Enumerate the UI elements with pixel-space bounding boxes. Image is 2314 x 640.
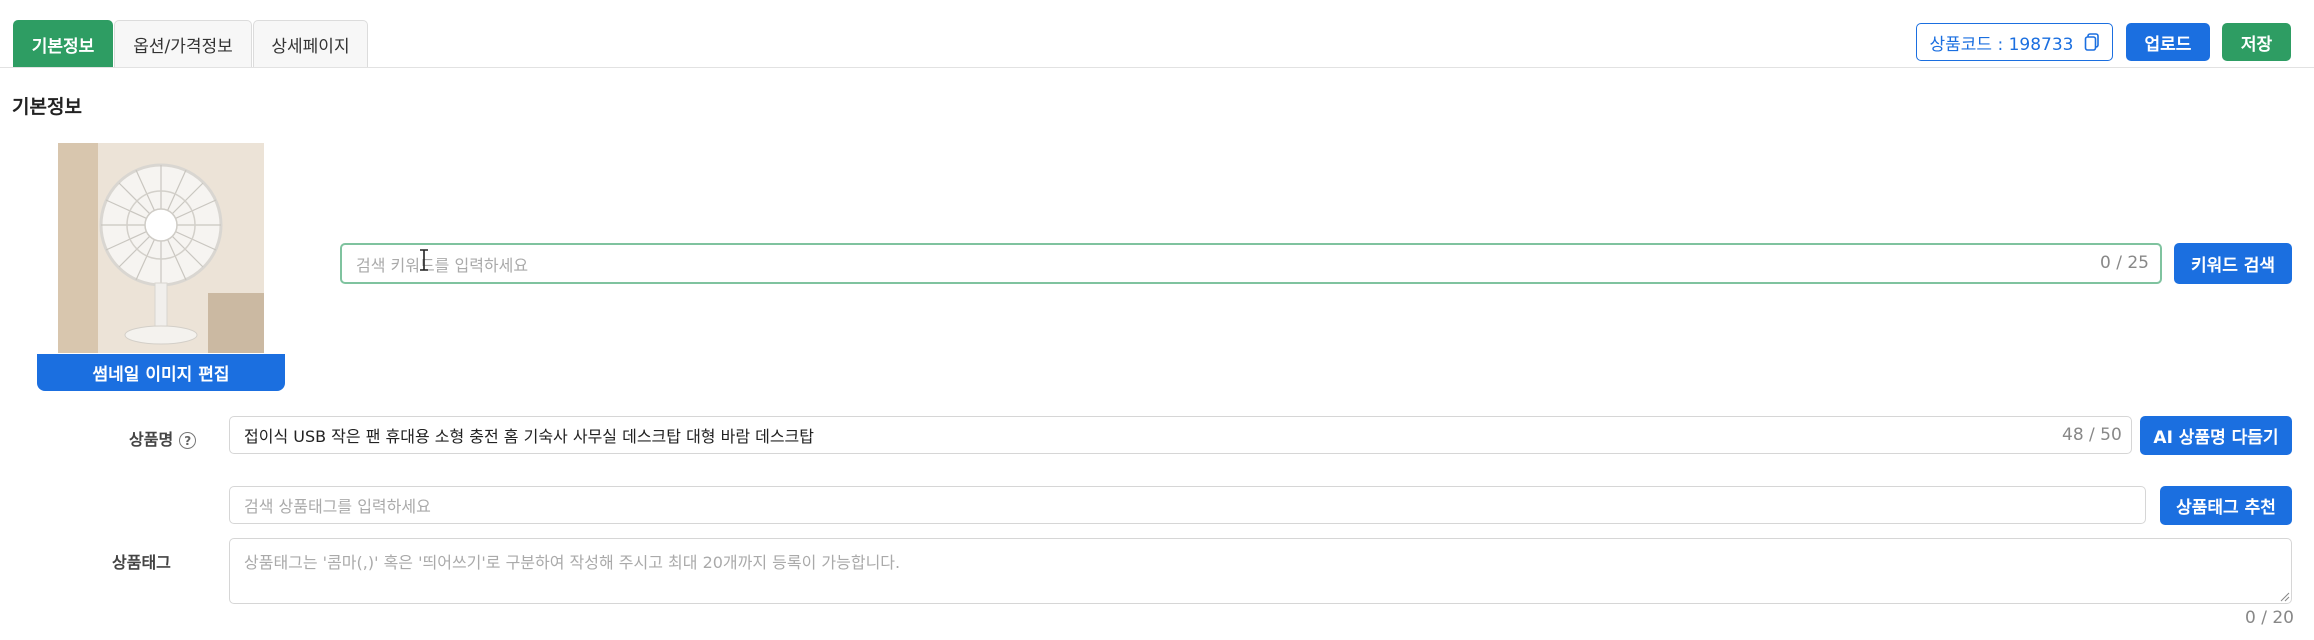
section-title: 기본정보 (12, 96, 82, 118)
product-tag-counter: 0 / 20 (2245, 608, 2294, 628)
product-name-label-text: 상품명 (129, 430, 174, 449)
tab-divider (0, 67, 2314, 68)
keyword-search-placeholder: 검색 키워드를 입력하세요 (356, 255, 529, 275)
fan-image (58, 143, 264, 353)
ai-name-refine-button[interactable]: AI 상품명 다듬기 (2140, 416, 2292, 455)
product-name-counter: 48 / 50 (2062, 425, 2122, 445)
product-tag-textarea[interactable]: 상품태그는 '콤마(,)' 혹은 '띄어쓰기'로 구분하여 작성해 주시고 최대… (229, 538, 2292, 604)
copy-icon (2084, 33, 2099, 51)
keyword-search-button[interactable]: 키워드 검색 (2174, 243, 2292, 284)
keyword-search-input[interactable]: 검색 키워드를 입력하세요 (340, 243, 2162, 284)
text-cursor-icon (420, 249, 428, 271)
save-button[interactable]: 저장 (2222, 23, 2291, 61)
product-name-label: 상품명? (129, 426, 197, 450)
product-thumbnail (58, 143, 264, 353)
product-tag-search-placeholder: 검색 상품태그를 입력하세요 (244, 497, 431, 516)
help-icon[interactable]: ? (179, 432, 197, 449)
product-code-copy-button[interactable]: 상품코드 : 198733 (1916, 23, 2113, 61)
keyword-counter: 0 / 25 (2100, 253, 2149, 273)
tab-option-price[interactable]: 옵션/가격정보 (114, 20, 252, 67)
tab-basic-info[interactable]: 기본정보 (13, 20, 113, 67)
thumbnail-edit-button[interactable]: 썸네일 이미지 편집 (37, 354, 285, 391)
product-code-text: 상품코드 : 198733 (1929, 34, 2074, 55)
product-tag-textarea-placeholder: 상품태그는 '콤마(,)' 혹은 '띄어쓰기'로 구분하여 작성해 주시고 최대… (244, 553, 901, 572)
upload-button[interactable]: 업로드 (2126, 23, 2210, 61)
resize-handle-icon[interactable] (2280, 592, 2290, 602)
product-name-value: 접이식 USB 작은 팬 휴대용 소형 충전 홈 기숙사 사무실 데스크탑 대형… (244, 427, 815, 446)
product-tag-label: 상품태그 (112, 553, 171, 572)
tab-detail-page[interactable]: 상세페이지 (253, 20, 368, 67)
product-tag-recommend-button[interactable]: 상품태그 추천 (2160, 486, 2292, 525)
product-tag-search-input[interactable]: 검색 상품태그를 입력하세요 (229, 486, 2146, 524)
product-name-input[interactable]: 접이식 USB 작은 팬 휴대용 소형 충전 홈 기숙사 사무실 데스크탑 대형… (229, 416, 2132, 454)
